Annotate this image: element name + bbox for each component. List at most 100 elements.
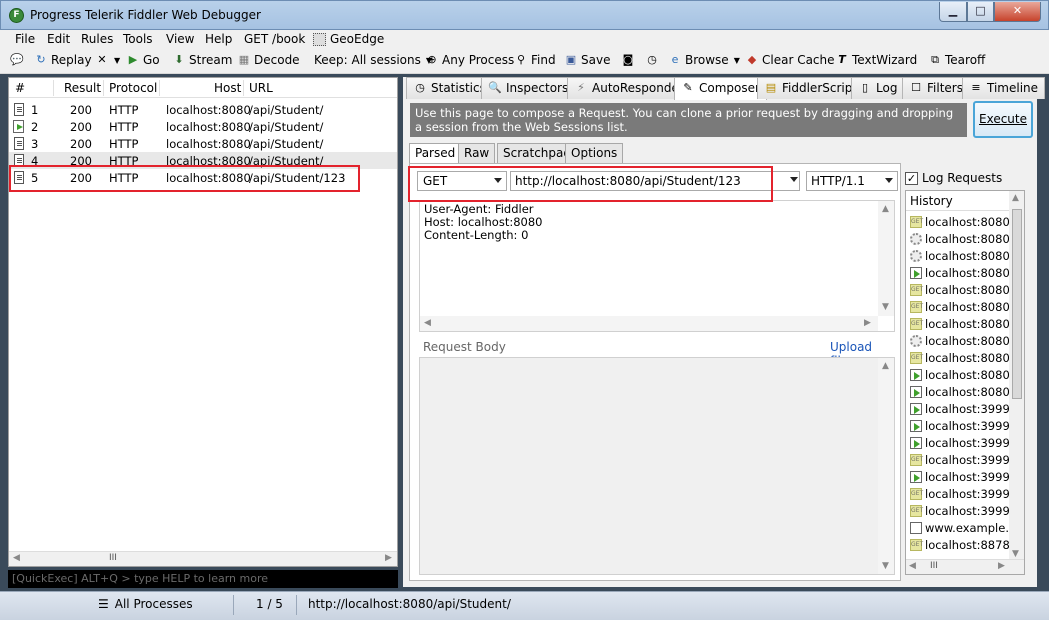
scroll-right-icon[interactable]: ▶ (998, 561, 1005, 571)
history-item[interactable]: localhost:8080/ap (910, 230, 1010, 247)
column-divider[interactable] (159, 80, 160, 96)
column-divider[interactable] (243, 80, 244, 96)
history-item[interactable]: localhost:8080/ap (910, 264, 1010, 281)
scroll-up-icon[interactable]: ▲ (882, 361, 889, 371)
history-item[interactable]: GETlocalhost:8080/ap (910, 315, 1010, 332)
scroll-up-icon[interactable]: ▲ (882, 203, 889, 216)
minimize-button[interactable]: ▁ (939, 2, 967, 22)
sessions-horizontal-scrollbar[interactable]: ◀ III ▶ (9, 551, 397, 566)
column-header-protocol[interactable]: Protocol (109, 81, 157, 95)
remove-button[interactable]: ✕ ▼ (95, 53, 120, 67)
menu-get-book[interactable]: GET /book (244, 32, 305, 46)
tab-raw[interactable]: Raw (458, 143, 496, 163)
close-button[interactable]: ✕ (994, 2, 1041, 22)
tab-timeline[interactable]: ≡ Timeline (962, 77, 1046, 99)
scroll-right-icon[interactable]: ▶ (385, 553, 392, 563)
menu-rules[interactable]: Rules (81, 32, 113, 46)
tab-log[interactable]: ▯ Log (851, 77, 905, 99)
scroll-thumb-grip[interactable]: III (930, 561, 938, 571)
history-item[interactable]: GETlocalhost:8878/Er (910, 536, 1010, 553)
menu-geoedge[interactable]: GeoEdge (313, 32, 384, 46)
session-row[interactable]: 2 200 HTTP localhost:8080 /api/Student/ (9, 118, 397, 135)
process-filter[interactable]: ☰ All Processes (98, 597, 193, 611)
menu-edit[interactable]: Edit (47, 32, 70, 46)
column-header-host[interactable]: Host (214, 81, 241, 95)
column-divider[interactable] (103, 80, 104, 96)
history-item[interactable]: GETlocalhost:3999/ap (910, 451, 1010, 468)
request-headers-textarea[interactable]: User-Agent: Fiddler Host: localhost:8080… (419, 200, 895, 332)
headers-horizontal-scrollbar[interactable]: ◀ ▶ (420, 316, 878, 331)
timer-button[interactable]: ◷ (645, 53, 659, 67)
history-item[interactable]: GETlocalhost:8080/ap (910, 281, 1010, 298)
scroll-down-icon[interactable]: ▼ (882, 301, 889, 314)
history-item[interactable]: GETlocalhost:8080/ap (910, 298, 1010, 315)
web-sessions-list[interactable]: # Result Protocol Host URL 1 200 HTTP lo… (8, 77, 398, 567)
history-item[interactable]: localhost:8080/ap (910, 366, 1010, 383)
log-requests-checkbox[interactable]: ✓ Log Requests (905, 171, 1002, 185)
history-item[interactable]: localhost:8080/ap (910, 383, 1010, 400)
column-header-result[interactable]: Result (64, 81, 101, 95)
scroll-left-icon[interactable]: ◀ (909, 561, 916, 571)
request-body-textarea[interactable]: ▲ ▼ (419, 357, 895, 575)
clear-cache-button[interactable]: ◆ Clear Cache (745, 53, 835, 67)
tab-autoresponder[interactable]: ⚡ AutoResponder (567, 77, 691, 99)
menu-view[interactable]: View (166, 32, 194, 46)
tab-statistics[interactable]: ◷ Statistics (406, 77, 493, 99)
history-item[interactable]: localhost:3999/ap (910, 434, 1010, 451)
history-item[interactable]: localhost:8080/ap (910, 332, 1010, 349)
maximize-button[interactable]: □ (967, 2, 994, 22)
tab-fiddlerscript[interactable]: ▤ FiddlerScript (757, 77, 865, 99)
scroll-thumb-grip[interactable]: III (109, 553, 117, 563)
tearoff-button[interactable]: ⧉ Tearoff (928, 53, 985, 67)
history-item[interactable]: GETlocalhost:3999/ap (910, 485, 1010, 502)
history-item[interactable]: localhost:8080/ap (910, 247, 1010, 264)
tab-options[interactable]: Options (565, 143, 624, 163)
comment-button[interactable]: 💬 (10, 53, 24, 67)
history-list[interactable]: History GETlocalhost:8080/aplocalhost:80… (905, 190, 1025, 575)
scroll-left-icon[interactable]: ◀ (424, 317, 431, 330)
history-horizontal-scrollbar[interactable]: ◀ III ▶ (906, 559, 1024, 574)
any-process-button[interactable]: ⊕ Any Process (425, 53, 514, 67)
scroll-right-icon[interactable]: ▶ (864, 317, 871, 330)
history-item[interactable]: GETlocalhost:3999/ap (910, 502, 1010, 519)
headers-vertical-scrollbar[interactable]: ▲ ▼ (878, 201, 894, 316)
save-button[interactable]: ▣ Save (564, 53, 611, 67)
menu-file[interactable]: File (15, 32, 35, 46)
scroll-left-icon[interactable]: ◀ (13, 553, 20, 563)
textwizard-button[interactable]: T TextWizard (835, 53, 917, 67)
history-item[interactable]: GETlocalhost:8080/ap (910, 213, 1010, 230)
tab-inspectors[interactable]: 🔍 Inspectors (481, 77, 576, 99)
tab-parsed[interactable]: Parsed (409, 143, 462, 164)
body-vertical-scrollbar[interactable]: ▲ ▼ (878, 358, 894, 574)
history-item[interactable]: GETlocalhost:8080/ap (910, 349, 1010, 366)
scroll-up-icon[interactable]: ▲ (1012, 193, 1019, 203)
history-item[interactable]: www.example.co (910, 519, 1010, 536)
go-button[interactable]: ▶ Go (126, 53, 160, 67)
keep-sessions-dropdown[interactable]: Keep: All sessions ▼ (314, 53, 432, 67)
browse-button[interactable]: e Browse ▼ (668, 53, 740, 67)
stream-button[interactable]: ⬇ Stream (172, 53, 232, 67)
screenshot-button[interactable]: ◙ (621, 53, 635, 67)
column-header-url[interactable]: URL (249, 81, 273, 95)
history-item[interactable]: localhost:3999/ap (910, 417, 1010, 434)
history-vertical-scrollbar[interactable]: ▲ ▼ (1009, 191, 1024, 561)
replay-button[interactable]: ↻ Replay (34, 53, 91, 67)
url-dropdown-icon[interactable] (790, 177, 798, 182)
menu-tools[interactable]: Tools (123, 32, 153, 46)
scroll-thumb[interactable] (1012, 209, 1022, 399)
execute-button[interactable]: Execute (973, 101, 1033, 138)
session-row[interactable]: 1 200 HTTP localhost:8080 /api/Student/ (9, 101, 397, 118)
menu-help[interactable]: Help (205, 32, 232, 46)
find-button[interactable]: ⚲ Find (514, 53, 556, 67)
tab-composer[interactable]: ✎ Composer (674, 77, 767, 100)
history-item[interactable]: localhost:3999/ap (910, 400, 1010, 417)
tab-filters[interactable]: ☐ Filters (902, 77, 970, 99)
column-divider[interactable] (53, 80, 54, 96)
decode-button[interactable]: ▦ Decode (237, 53, 300, 67)
http-version-select[interactable]: HTTP/1.1 (806, 171, 898, 191)
scroll-down-icon[interactable]: ▼ (882, 561, 889, 571)
column-header-id[interactable]: # (15, 81, 25, 95)
session-row[interactable]: 3 200 HTTP localhost:8080 /api/Student/ (9, 135, 397, 152)
history-item[interactable]: localhost:3999/ap (910, 468, 1010, 485)
scroll-down-icon[interactable]: ▼ (1012, 549, 1019, 559)
